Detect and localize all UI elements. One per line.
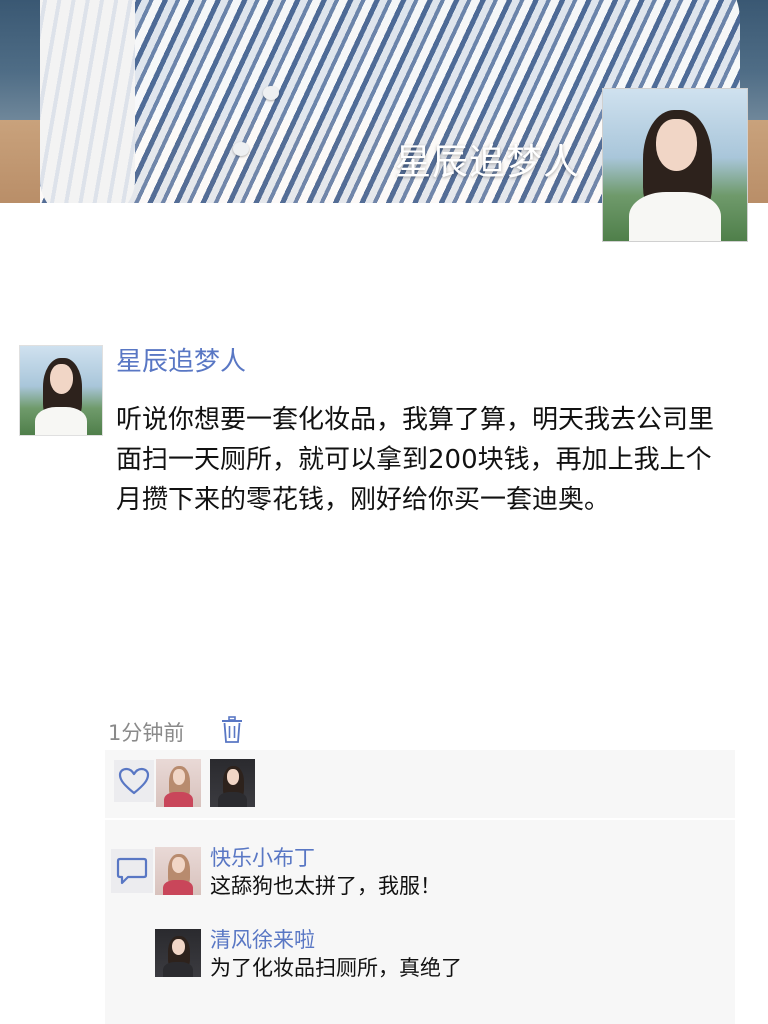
- heart-icon: [114, 760, 154, 802]
- cover-display-name: 星辰追梦人: [394, 142, 580, 183]
- woman-portrait-avatar-icon: [603, 89, 747, 241]
- like-user-avatar[interactable]: [210, 759, 255, 807]
- commenter-name[interactable]: 清风徐来啦: [210, 924, 315, 954]
- shirt-button: [233, 142, 249, 156]
- commenter-avatar[interactable]: [155, 847, 201, 895]
- post-text: 听说你想要一套化妆品，我算了算，明天我去公司里面扫一天厕所，就可以拿到200块钱…: [116, 405, 715, 515]
- comment-bubble-icon: [111, 849, 153, 893]
- trash-icon[interactable]: [221, 716, 243, 744]
- woman-portrait-avatar-icon: [156, 759, 201, 807]
- woman-portrait-avatar-icon: [210, 759, 255, 807]
- profile-avatar[interactable]: [602, 88, 748, 242]
- post-timestamp: 1分钟前: [108, 721, 185, 745]
- comment-text: 这舔狗也太拼了，我服！: [210, 874, 441, 898]
- post-author-avatar[interactable]: [19, 345, 103, 436]
- post-author-name[interactable]: 星辰追梦人: [116, 341, 246, 378]
- shirt-button: [263, 86, 279, 100]
- comment-text: 为了化妆品扫厕所，真绝了: [210, 956, 462, 980]
- woman-portrait-avatar-icon: [155, 847, 201, 895]
- commenter-name[interactable]: 快乐小布丁: [210, 842, 315, 872]
- like-user-avatar[interactable]: [156, 759, 201, 807]
- woman-portrait-avatar-icon: [20, 346, 102, 435]
- divider: [105, 818, 735, 820]
- reactions-panel: 快乐小布丁 这舔狗也太拼了，我服！ 清风徐来啦 为了化妆品扫厕所，真绝了: [105, 750, 735, 1024]
- commenter-avatar[interactable]: [155, 929, 201, 977]
- woman-portrait-avatar-icon: [155, 929, 201, 977]
- cover-sleeve: [40, 0, 135, 203]
- likes-row: [105, 750, 735, 816]
